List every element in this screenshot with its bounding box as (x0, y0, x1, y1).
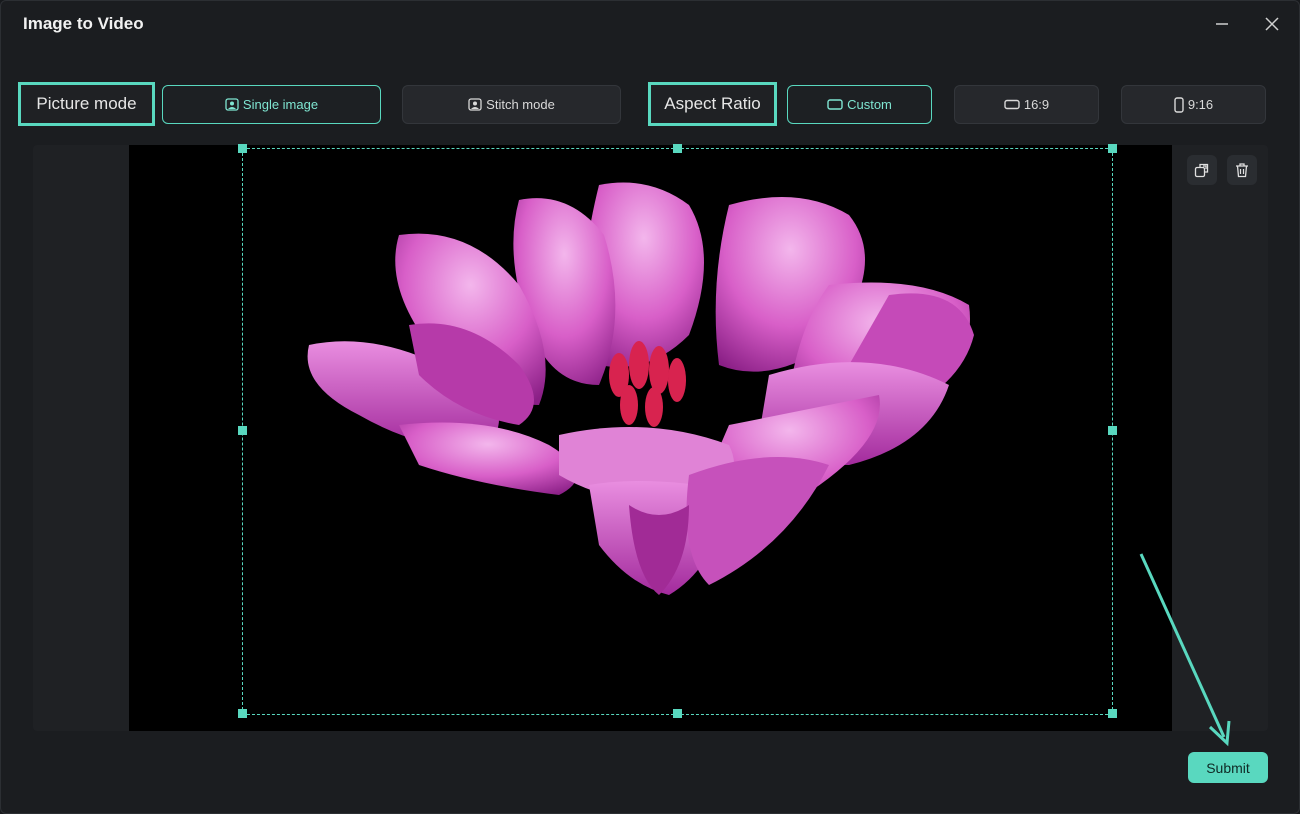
ratio-9-16-button[interactable]: 9:16 (1121, 85, 1266, 124)
crop-handle-bottom-right[interactable] (1108, 709, 1117, 718)
crop-handle-bottom-left[interactable] (238, 709, 247, 718)
landscape-ratio-icon (1004, 99, 1020, 110)
crop-handle-left[interactable] (238, 426, 247, 435)
submit-button[interactable]: Submit (1188, 752, 1268, 783)
trash-icon (1236, 163, 1248, 178)
replace-image-button[interactable] (1187, 155, 1217, 185)
crop-selection[interactable] (242, 148, 1113, 715)
stitch-mode-button[interactable]: Stitch mode (402, 85, 621, 124)
minimize-button[interactable] (1209, 11, 1235, 37)
custom-ratio-label: Custom (847, 97, 892, 112)
pointer-arrow (1139, 553, 1231, 747)
close-icon (1265, 17, 1279, 31)
crop-handle-bottom[interactable] (673, 709, 682, 718)
crop-handle-top-right[interactable] (1108, 144, 1117, 153)
close-button[interactable] (1259, 11, 1285, 37)
delete-image-button[interactable] (1227, 155, 1257, 185)
aspect-ratio-label: Aspect Ratio (648, 82, 777, 126)
custom-ratio-button[interactable]: Custom (787, 85, 932, 124)
stitch-mode-label: Stitch mode (486, 97, 555, 112)
ratio-9-16-label: 9:16 (1187, 97, 1214, 112)
ratio-16-9-button[interactable]: 16:9 (954, 85, 1099, 124)
portrait-image-icon (225, 98, 239, 111)
image-to-video-dialog: Image to Video Picture mode Single image… (0, 0, 1300, 814)
crop-handle-top[interactable] (673, 144, 682, 153)
minimize-icon (1216, 23, 1228, 25)
crop-handle-right[interactable] (1108, 426, 1117, 435)
custom-ratio-icon (827, 99, 843, 110)
portrait-image-icon (468, 98, 482, 111)
ratio-16-9-label: 16:9 (1023, 97, 1050, 112)
replace-icon (1194, 163, 1209, 178)
single-image-button[interactable]: Single image (162, 85, 381, 124)
picture-mode-label: Picture mode (18, 82, 155, 126)
dialog-title: Image to Video (23, 14, 144, 33)
single-image-label: Single image (242, 97, 319, 112)
portrait-ratio-icon (1174, 96, 1184, 113)
crop-handle-top-left[interactable] (238, 144, 247, 153)
